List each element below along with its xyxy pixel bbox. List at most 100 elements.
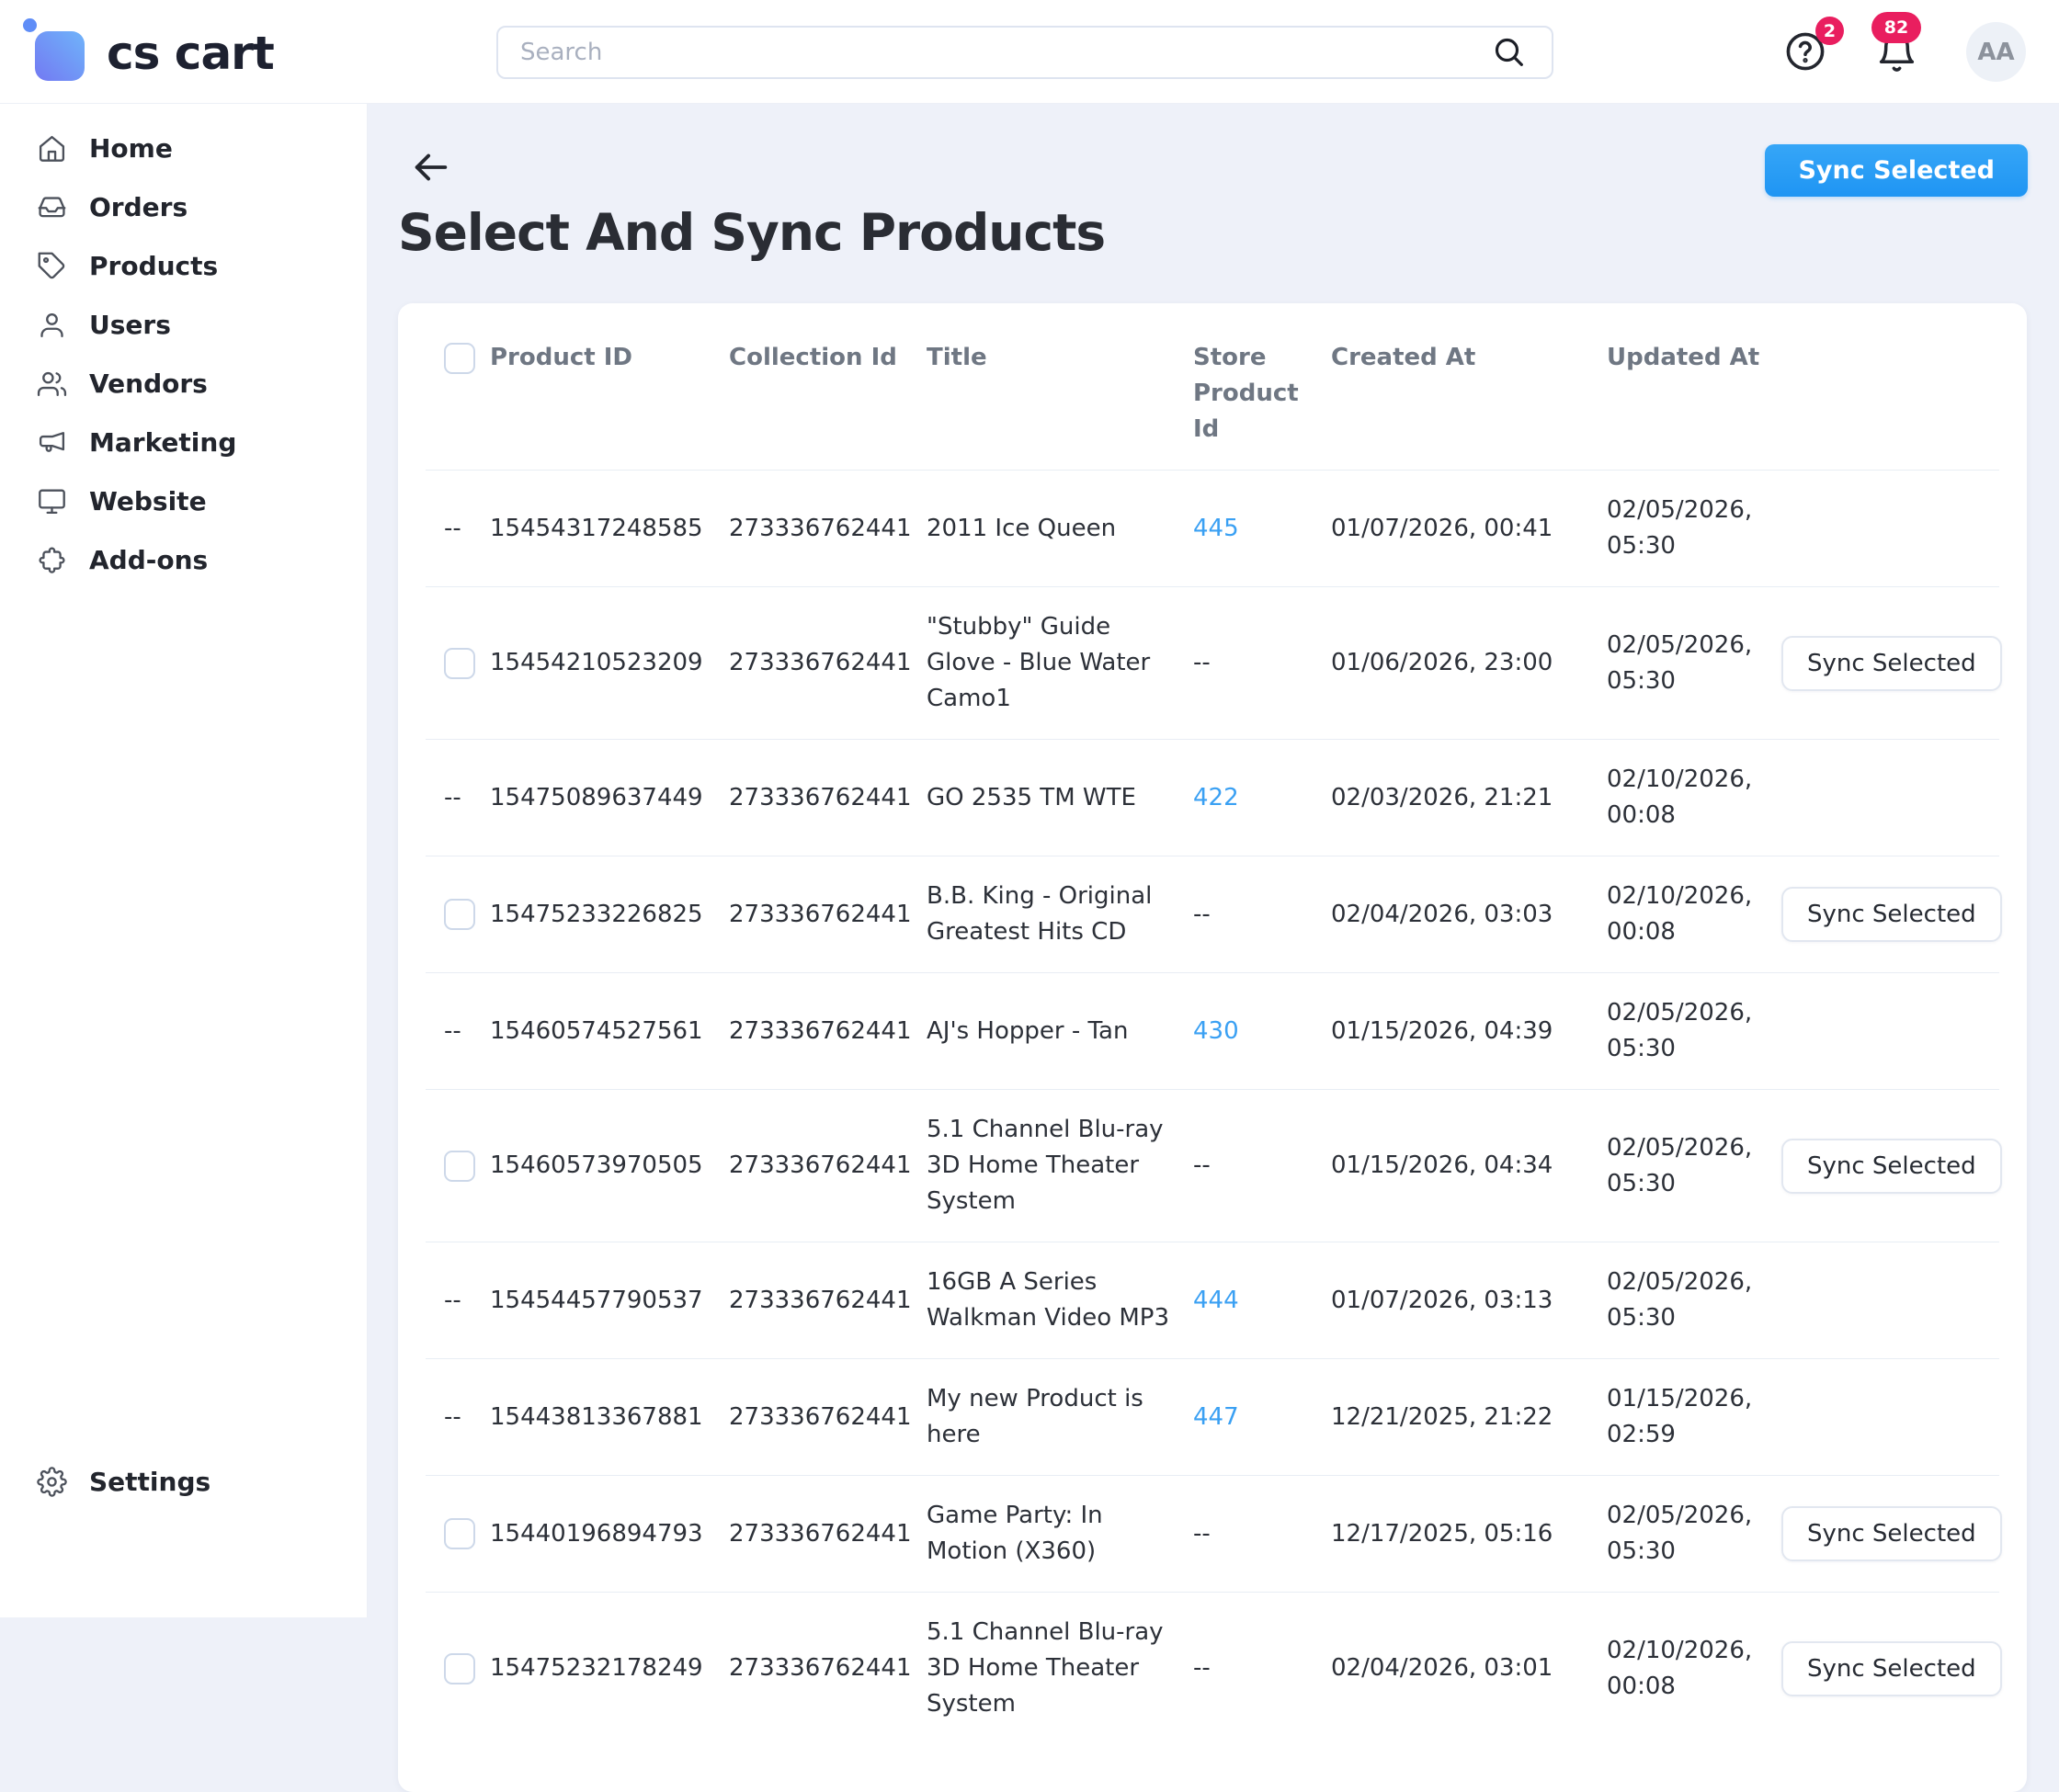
row-updated-at: 02/10/2026, 00:08 xyxy=(1607,856,1781,973)
monitor-icon xyxy=(37,486,67,516)
row-product-id: 15454210523209 xyxy=(490,587,729,740)
notifications-button[interactable]: 82 xyxy=(1875,31,1918,74)
sidebar-item-website[interactable]: Website xyxy=(0,471,367,530)
row-collection-id: 273336762441 xyxy=(729,740,927,856)
search-icon[interactable] xyxy=(1491,34,1528,71)
column-header-created-at: Created At xyxy=(1331,303,1607,471)
row-checkbox[interactable] xyxy=(444,648,475,679)
table-row: 154752321782492733367624415.1 Channel Bl… xyxy=(426,1593,1999,1745)
users-icon xyxy=(37,369,67,399)
row-title: GO 2535 TM WTE xyxy=(927,740,1193,856)
row-created-at: 01/06/2026, 23:00 xyxy=(1331,587,1607,740)
row-updated-at: 02/10/2026, 00:08 xyxy=(1607,1593,1781,1745)
row-product-id: 15475232178249 xyxy=(490,1593,729,1745)
sidebar-item-label: Vendors xyxy=(89,369,208,399)
store-product-link[interactable]: 430 xyxy=(1193,1017,1239,1045)
user-icon xyxy=(37,310,67,340)
sidebar-item-settings[interactable]: Settings xyxy=(0,1452,367,1511)
row-sync-button[interactable]: Sync Selected xyxy=(1781,1641,2002,1696)
products-card: Product ID Collection Id Title Store Pro… xyxy=(398,303,2027,1792)
store-product-link[interactable]: 447 xyxy=(1193,1403,1239,1431)
sidebar-item-home[interactable]: Home xyxy=(0,119,367,177)
row-created-at: 12/21/2025, 21:22 xyxy=(1331,1359,1607,1476)
row-created-at: 01/07/2026, 03:13 xyxy=(1331,1242,1607,1359)
row-updated-at: 02/05/2026, 05:30 xyxy=(1607,587,1781,740)
store-product-link[interactable]: 444 xyxy=(1193,1287,1239,1314)
logo-text: cs cart xyxy=(107,27,274,80)
row-checkbox[interactable] xyxy=(444,1151,475,1182)
row-product-id: 15475089637449 xyxy=(490,740,729,856)
store-product-empty: -- xyxy=(1193,649,1211,676)
column-header-collection-id: Collection Id xyxy=(729,303,927,471)
column-header-title: Title xyxy=(927,303,1193,471)
sidebar-item-label: Marketing xyxy=(89,427,236,458)
row-product-id: 15454317248585 xyxy=(490,471,729,587)
row-sync-button[interactable]: Sync Selected xyxy=(1781,636,2002,691)
store-product-empty: -- xyxy=(1193,1520,1211,1548)
row-checkbox[interactable] xyxy=(444,1518,475,1549)
row-product-id: 15460574527561 xyxy=(490,973,729,1090)
row-sync-button[interactable]: Sync Selected xyxy=(1781,1139,2002,1194)
row-collection-id: 273336762441 xyxy=(729,1242,927,1359)
row-collection-id: 273336762441 xyxy=(729,1359,927,1476)
row-sync-button[interactable]: Sync Selected xyxy=(1781,1506,2002,1561)
row-collection-id: 273336762441 xyxy=(729,1593,927,1745)
sidebar-item-label: Home xyxy=(89,133,173,164)
row-sync-button[interactable]: Sync Selected xyxy=(1781,887,2002,942)
sidebar-item-label: Add-ons xyxy=(89,545,208,575)
back-button[interactable] xyxy=(410,146,452,188)
sidebar-item-orders[interactable]: Orders xyxy=(0,177,367,236)
user-avatar[interactable]: AA xyxy=(1966,22,2026,82)
sync-selected-button[interactable]: Sync Selected xyxy=(1765,144,2028,197)
products-table: Product ID Collection Id Title Store Pro… xyxy=(426,303,1999,1744)
select-all-checkbox[interactable] xyxy=(444,343,475,374)
row-checkbox[interactable] xyxy=(444,899,475,930)
row-collection-id: 273336762441 xyxy=(729,856,927,973)
sidebar-item-label: Website xyxy=(89,486,207,516)
column-header-product-id: Product ID xyxy=(490,303,729,471)
table-header-row: Product ID Collection Id Title Store Pro… xyxy=(426,303,1999,471)
no-select-placeholder: -- xyxy=(444,1017,461,1045)
row-updated-at: 02/05/2026, 05:30 xyxy=(1607,1090,1781,1242)
logo-icon xyxy=(35,31,85,81)
help-badge: 2 xyxy=(1815,17,1844,45)
column-header-updated-at: Updated At xyxy=(1607,303,1781,471)
row-product-id: 15460573970505 xyxy=(490,1090,729,1242)
row-title: 16GB A Series Walkman Video MP3 xyxy=(927,1242,1193,1359)
gear-icon xyxy=(37,1467,67,1497)
sidebar-item-marketing[interactable]: Marketing xyxy=(0,413,367,471)
sidebar: Home Orders Products xyxy=(0,104,368,1617)
main-content: Sync Selected Select And Sync Products P… xyxy=(368,104,2059,1617)
sidebar-item-vendors[interactable]: Vendors xyxy=(0,354,367,413)
no-select-placeholder: -- xyxy=(444,1287,461,1314)
row-created-at: 01/07/2026, 00:41 xyxy=(1331,471,1607,587)
store-product-link[interactable]: 445 xyxy=(1193,515,1239,542)
sidebar-item-addons[interactable]: Add-ons xyxy=(0,530,367,589)
megaphone-icon xyxy=(37,427,67,458)
sidebar-item-label: Orders xyxy=(89,192,188,222)
column-header-store-product-id: Store Product Id xyxy=(1193,303,1331,471)
row-collection-id: 273336762441 xyxy=(729,471,927,587)
sidebar-item-products[interactable]: Products xyxy=(0,236,367,295)
row-collection-id: 273336762441 xyxy=(729,973,927,1090)
row-title: 5.1 Channel Blu-ray 3D Home Theater Syst… xyxy=(927,1090,1193,1242)
row-collection-id: 273336762441 xyxy=(729,1476,927,1593)
store-product-empty: -- xyxy=(1193,901,1211,928)
row-updated-at: 02/05/2026, 05:30 xyxy=(1607,1476,1781,1593)
store-product-empty: -- xyxy=(1193,1654,1211,1682)
store-product-link[interactable]: 422 xyxy=(1193,784,1239,811)
no-select-placeholder: -- xyxy=(444,784,461,811)
app-logo[interactable]: cs cart xyxy=(35,0,274,104)
table-row: -- 15475089637449273336762441GO 2535 TM W… xyxy=(426,740,1999,856)
tag-icon xyxy=(37,251,67,281)
sidebar-item-users[interactable]: Users xyxy=(0,295,367,354)
row-title: 2011 Ice Queen xyxy=(927,471,1193,587)
row-updated-at: 02/05/2026, 05:30 xyxy=(1607,471,1781,587)
row-checkbox[interactable] xyxy=(444,1653,475,1684)
search-input[interactable] xyxy=(496,26,1553,79)
row-updated-at: 01/15/2026, 02:59 xyxy=(1607,1359,1781,1476)
help-button[interactable]: 2 xyxy=(1783,29,1827,74)
puzzle-icon xyxy=(37,545,67,575)
row-created-at: 01/15/2026, 04:39 xyxy=(1331,973,1607,1090)
row-product-id: 15440196894793 xyxy=(490,1476,729,1593)
